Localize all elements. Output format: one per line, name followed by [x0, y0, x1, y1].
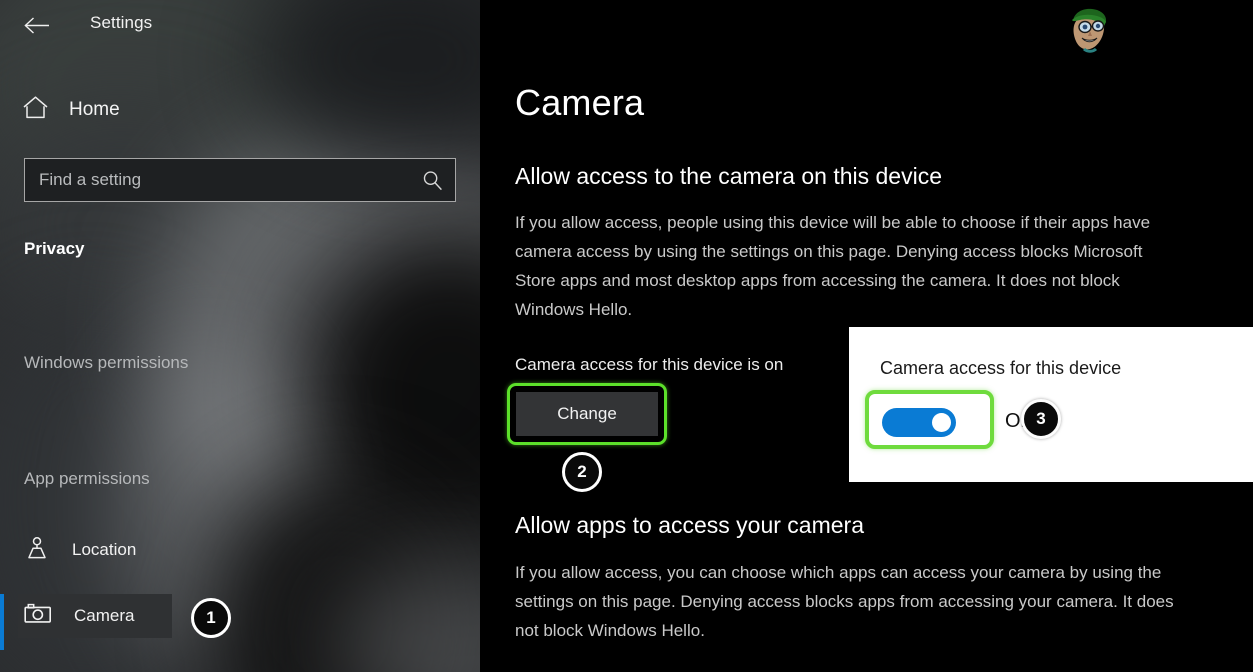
back-arrow-icon[interactable]	[22, 10, 52, 40]
sidebar-item-home-label: Home	[69, 99, 120, 120]
sidebar-item-camera[interactable]: Camera	[18, 594, 172, 638]
sidebar-group-windows-permissions[interactable]: Windows permissions	[24, 353, 188, 373]
section-heading-device-access: Allow access to the camera on this devic…	[515, 163, 942, 189]
camera-access-status-text: Camera access for this device is on	[515, 355, 784, 374]
title-bar: Settings	[0, 0, 480, 48]
sidebar-item-home[interactable]: Home	[22, 92, 452, 128]
search-box[interactable]	[24, 158, 456, 202]
location-pin-icon	[24, 535, 50, 566]
step-badge-3: 3	[1021, 399, 1061, 439]
sidebar-item-location[interactable]: Location	[24, 528, 214, 572]
camera-access-toggle[interactable]	[882, 408, 956, 437]
settings-sidebar: Settings Home Find a setting Privacy Win…	[0, 0, 480, 672]
step-badge-2: 2	[562, 452, 602, 492]
selected-item-accent-bar	[0, 594, 4, 650]
camera-icon	[24, 602, 52, 631]
step-badge-1: 1	[191, 598, 231, 638]
section-heading-apps-access: Allow apps to access your camera	[515, 512, 864, 538]
search-input[interactable]	[25, 159, 409, 201]
sidebar-item-location-label: Location	[72, 540, 137, 559]
change-button[interactable]: Change	[516, 392, 658, 436]
page-title: Camera	[515, 82, 645, 123]
settings-window: Settings Home Find a setting Privacy Win…	[0, 0, 1253, 672]
search-icon[interactable]	[409, 170, 455, 191]
home-icon	[22, 95, 49, 125]
sidebar-item-camera-label: Camera	[74, 606, 135, 625]
popup-title: Camera access for this device	[880, 358, 1122, 378]
section-body-apps-access: If you allow access, you can choose whic…	[515, 563, 1174, 640]
sidebar-group-app-permissions[interactable]: App permissions	[24, 469, 150, 489]
cartoon-face-logo	[1060, 5, 1116, 57]
sidebar-section-header: Privacy	[24, 239, 85, 258]
section-body-device-access: If you allow access, people using this d…	[515, 213, 1151, 319]
window-title: Settings	[90, 13, 153, 32]
toggle-knob	[932, 413, 951, 432]
